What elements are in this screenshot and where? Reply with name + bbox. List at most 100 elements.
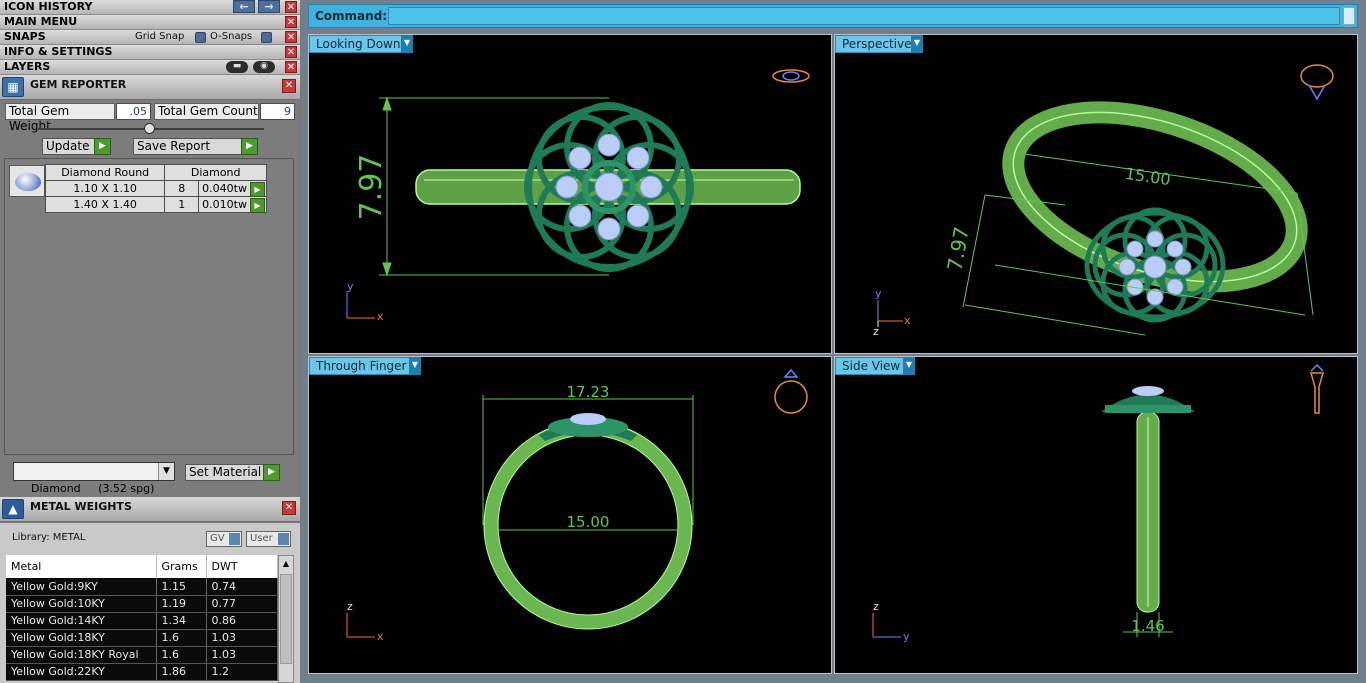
layers-header[interactable]: LAYERS ▬ ◉ ✕ <box>0 60 300 75</box>
gem-count: 1 <box>164 196 200 213</box>
viewport-title-tab[interactable]: Looking Down ▼ <box>309 35 413 53</box>
axis-y-label: y <box>903 630 910 643</box>
command-scroll[interactable] <box>1343 7 1355 25</box>
gem-reporter-header: ▦ GEM REPORTER ✕ <box>0 75 300 100</box>
gem-size: 1.40 X 1.40 <box>44 196 166 213</box>
metal-row[interactable]: Yellow Gold:9KY 1.15 0.74 <box>6 578 278 596</box>
setting-profile <box>539 413 637 441</box>
back-arrow-icon[interactable]: ← <box>233 0 255 13</box>
viewport-side-view[interactable]: Side View ▼ 1.46 z y <box>834 356 1358 674</box>
play-icon[interactable]: ▶ <box>250 182 265 197</box>
play-icon: ▶ <box>94 138 111 155</box>
metal-column-header[interactable]: Metal <box>6 555 157 578</box>
diamond-round-thumbnail[interactable] <box>9 165 45 197</box>
play-icon: ▶ <box>241 138 258 155</box>
forward-arrow-icon[interactable]: → <box>258 0 280 13</box>
axis-gizmo: z x <box>346 600 384 643</box>
axis-y-label: y <box>875 287 882 300</box>
metal-weights-header: ▲ METAL WEIGHTS ✕ <box>0 497 300 522</box>
gem-table: Diamond Round Diamond 1.10 X 1.10 8 0.04… <box>44 164 267 213</box>
dwt-column-header[interactable]: DWT <box>206 555 278 578</box>
viewport-title: Side View <box>842 359 901 373</box>
info-settings-label: INFO & SETTINGS <box>4 45 113 58</box>
save-report-button[interactable]: Save Report ▶ <box>133 138 258 155</box>
metal-grams: 1.86 <box>156 663 207 681</box>
chevron-up-icon[interactable]: ▲ <box>280 557 292 571</box>
gem-material-header: Diamond <box>164 164 267 181</box>
viewport-title: Perspective <box>842 37 912 51</box>
gem-shape-header: Diamond Round <box>44 164 166 181</box>
metal-row[interactable]: Yellow Gold:14KY 1.34 0.86 <box>6 612 278 630</box>
close-icon[interactable]: ✕ <box>285 31 297 43</box>
icon-history-label: ICON HISTORY <box>4 0 93 13</box>
viewport-looking-down[interactable]: Looking Down ▼ 7.97 y x <box>308 34 832 354</box>
grid-snap-toggle[interactable] <box>195 32 206 43</box>
gem-row[interactable]: 1.10 X 1.10 8 0.040tw <box>44 180 267 197</box>
info-settings-header[interactable]: INFO & SETTINGS ✕ <box>0 45 300 60</box>
viewport-title: Through Finger <box>316 359 407 373</box>
gv-toggle[interactable]: GV <box>206 531 242 547</box>
metal-grams: 1.19 <box>156 595 207 613</box>
set-material-label: Set Material <box>189 465 262 479</box>
gem-icon <box>15 173 41 191</box>
command-input[interactable] <box>388 7 1340 25</box>
close-icon[interactable]: ✕ <box>282 501 296 515</box>
gem-row[interactable]: 1.40 X 1.40 1 0.010tw <box>44 196 267 213</box>
gem-table-header: Diamond Round Diamond <box>44 164 267 181</box>
metal-grams: 1.6 <box>156 646 207 664</box>
snaps-label: SNAPS <box>4 30 46 43</box>
ring-perspective-shank <box>1002 101 1308 293</box>
metal-row[interactable]: Yellow Gold:18KY 1.6 1.03 <box>6 629 278 647</box>
axis-gizmo: y x <box>346 280 384 323</box>
close-icon[interactable]: ✕ <box>285 61 297 73</box>
metal-name: Yellow Gold:14KY <box>6 612 157 630</box>
total-gem-weight-value: .05 <box>116 103 151 120</box>
icon-history-header[interactable]: ICON HISTORY ← → ✕ <box>0 0 300 15</box>
metal-name: Yellow Gold:9KY <box>6 578 157 596</box>
chevron-down-icon[interactable]: ▼ <box>401 35 413 53</box>
metal-row[interactable]: Yellow Gold:22KY 1.86 1.2 <box>6 663 278 681</box>
total-gem-count-value: 9 <box>260 103 295 120</box>
left-panel: ICON HISTORY ← → ✕ MAIN MENU ✕ SNAPS Gri… <box>0 0 300 683</box>
play-icon[interactable]: ▶ <box>250 198 265 213</box>
chevron-down-icon[interactable]: ▼ <box>911 35 923 53</box>
o-snaps-toggle[interactable] <box>261 32 272 43</box>
close-icon[interactable]: ✕ <box>285 46 297 58</box>
close-icon[interactable]: ✕ <box>285 1 297 13</box>
metal-table-scrollbar[interactable]: ▲ <box>278 555 294 683</box>
gv-label: GV <box>210 533 225 544</box>
metal-row[interactable]: Yellow Gold:10KY 1.19 0.77 <box>6 595 278 613</box>
chevron-down-icon[interactable]: ▼ <box>409 357 421 375</box>
main-menu-header[interactable]: MAIN MENU ✕ <box>0 15 300 30</box>
user-toggle[interactable]: User <box>246 531 291 547</box>
grams-column-header[interactable]: Grams <box>156 555 207 578</box>
axis-x-label: x <box>904 314 911 327</box>
viewport-title-tab[interactable]: Perspective ▼ <box>835 35 923 53</box>
axis-x-label: x <box>377 310 384 323</box>
dimension-height-label: 7.97 <box>942 225 973 273</box>
metal-name: Yellow Gold:18KY <box>6 629 157 647</box>
material-select[interactable]: Diamond (3.52 spg) ▼ <box>13 462 175 495</box>
viewport-through-finger[interactable]: Through Finger ▼ 17.23 15.00 z x <box>308 356 832 674</box>
metal-row[interactable]: Yellow Gold:18KY Royal 1.6 1.03 <box>6 646 278 664</box>
close-icon[interactable]: ✕ <box>285 16 297 28</box>
chevron-down-icon[interactable]: ▼ <box>903 357 915 375</box>
set-material-button[interactable]: Set Material ▶ <box>185 464 280 481</box>
metal-dwt: 0.77 <box>206 595 278 613</box>
command-bar: Command: <box>308 4 1358 28</box>
update-button[interactable]: Update ▶ <box>42 138 111 155</box>
snaps-header[interactable]: SNAPS Grid Snap O-Snaps ✕ <box>0 30 300 45</box>
scrollbar-thumb[interactable] <box>280 574 292 664</box>
ring-orientation-icon <box>1300 64 1334 101</box>
viewport-perspective[interactable]: Perspective ▼ 15.00 7.97 y x z <box>834 34 1358 354</box>
viewport-title-tab[interactable]: Side View ▼ <box>835 357 915 375</box>
slider-handle[interactable] <box>144 123 155 134</box>
close-icon[interactable]: ✕ <box>282 79 296 93</box>
gem-size: 1.10 X 1.10 <box>44 180 166 197</box>
perspective-canvas: 15.00 7.97 y x z <box>873 64 1334 338</box>
eye-icon[interactable]: ◉ <box>253 61 275 73</box>
viewport-title-tab[interactable]: Through Finger ▼ <box>309 357 421 375</box>
axis-gizmo: z y <box>872 600 910 643</box>
o-snaps-label: O-Snaps <box>210 31 253 42</box>
eye-closed-icon[interactable]: ▬ <box>226 61 248 73</box>
